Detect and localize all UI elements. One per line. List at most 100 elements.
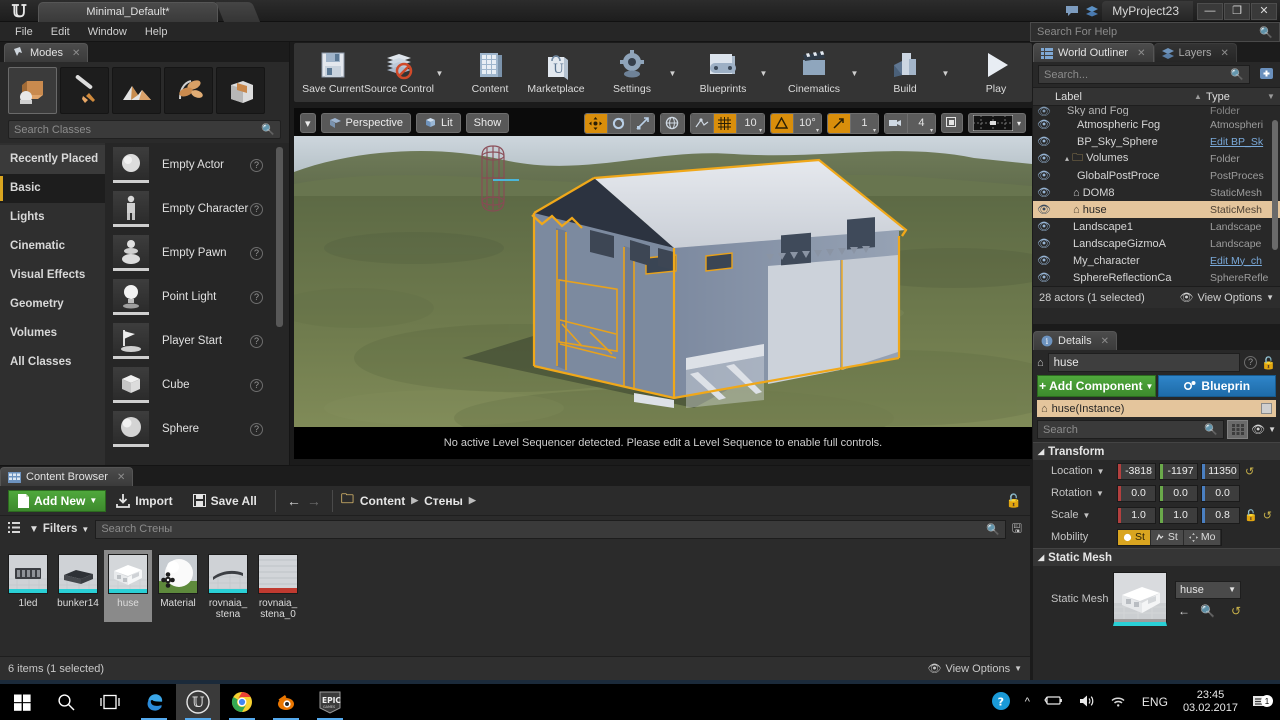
section-transform[interactable]: ◢ Transform	[1033, 442, 1280, 460]
help-icon[interactable]: ?	[1244, 356, 1258, 369]
mobility-static-button[interactable]: St	[1118, 529, 1151, 545]
start-button[interactable]	[0, 684, 44, 720]
mode-button-landscape[interactable]	[112, 67, 161, 114]
close-icon[interactable]: ✕	[117, 472, 125, 483]
component-instance-row[interactable]: ⌂ huse(Instance)	[1037, 400, 1276, 417]
visibility-icon[interactable]: 👁	[1033, 152, 1055, 165]
mode-button-place[interactable]	[8, 67, 57, 114]
visibility-icon[interactable]: 👁	[1033, 237, 1055, 250]
asset-tile-rovnaia-stena-0[interactable]: rovnaia_ stena_0	[254, 550, 302, 622]
help-icon[interactable]: ?	[250, 290, 263, 304]
breadcrumb-item-content[interactable]: Content	[360, 494, 405, 508]
save-search-icon[interactable]: 🖫	[1012, 519, 1022, 540]
scrollbar[interactable]	[276, 147, 283, 327]
tab-layers[interactable]: Layers ✕	[1153, 43, 1237, 62]
settings-button[interactable]: Settings	[599, 46, 665, 102]
surface-snap-button[interactable]	[690, 113, 714, 133]
static-mesh-thumbnail[interactable]	[1113, 572, 1167, 626]
rotate-mode-button[interactable]	[607, 113, 631, 133]
content-button[interactable]: Content	[457, 46, 523, 102]
add-actor-button[interactable]	[1259, 66, 1275, 84]
rotation-label-group[interactable]: Rotation ▼	[1051, 487, 1117, 499]
task-view-button[interactable]	[88, 684, 132, 720]
browse-asset-icon[interactable]: 🔍	[1200, 604, 1215, 618]
add-new-button[interactable]: Add New ▼	[8, 489, 107, 512]
close-icon[interactable]: ✕	[1137, 48, 1145, 59]
list-item[interactable]: Sphere ?	[105, 407, 289, 451]
scale-z-input[interactable]: 0.8	[1201, 506, 1240, 524]
visibility-icon[interactable]: 👁	[1033, 186, 1055, 199]
epic-app-button[interactable]: EPIC GAMES	[308, 684, 352, 720]
table-row[interactable]: 👁 SphereReflectionCa SphereRefle	[1033, 269, 1280, 286]
grid-snap-value[interactable]: 10 ▾	[736, 113, 764, 133]
mode-button-foliage[interactable]	[164, 67, 213, 114]
tab-content-browser[interactable]: Content Browser ✕	[0, 467, 134, 486]
layers-icon[interactable]	[1082, 1, 1102, 21]
level-viewport[interactable]: ▾ Perspective Lit Show 10 ▾ 10° ▾ 1 ▾ 4 …	[274, 107, 1074, 460]
outliner-search-input[interactable]: Search... 🔍	[1038, 65, 1250, 84]
reset-location-icon[interactable]: ↺	[1245, 465, 1254, 478]
actor-name-input[interactable]: huse	[1047, 353, 1241, 372]
show-menu-button[interactable]: Show	[465, 113, 510, 133]
use-selected-asset-icon[interactable]: ←	[1178, 604, 1190, 618]
blueprints-button[interactable]: Blueprints	[690, 46, 756, 102]
notifications-button[interactable]: 1	[1246, 694, 1274, 710]
scale-label-group[interactable]: Scale ▼	[1051, 509, 1117, 521]
translate-mode-button[interactable]	[584, 113, 608, 133]
table-row[interactable]: 👁 Landscape1 Landscape	[1033, 218, 1280, 235]
level-tab[interactable]: Minimal_Default*	[38, 2, 218, 22]
instance-checkbox[interactable]	[1261, 403, 1272, 414]
asset-tile-rovnaia-stena[interactable]: rovnaia_ stena	[204, 550, 252, 622]
help-icon[interactable]: ?	[250, 422, 263, 436]
maximize-viewport-button[interactable]	[940, 113, 963, 133]
menu-file[interactable]: File	[6, 23, 42, 41]
location-label-group[interactable]: Location ▼	[1051, 465, 1117, 477]
visibility-icon[interactable]: 👁	[1033, 254, 1055, 267]
build-button[interactable]: Build	[872, 46, 938, 102]
asset-tile-1led[interactable]: 1led	[4, 550, 52, 622]
visibility-icon[interactable]: 👁	[1033, 135, 1055, 148]
list-item[interactable]: Player Start ?	[105, 319, 289, 363]
perspective-button[interactable]: Perspective	[320, 113, 412, 133]
table-row[interactable]: 👁 Sky and Fog Folder	[1033, 106, 1280, 116]
list-item[interactable]: Cube ?	[105, 363, 289, 407]
static-mesh-dropdown[interactable]: huse ▼	[1175, 580, 1241, 599]
column-label[interactable]: Label	[1055, 91, 1190, 103]
close-icon[interactable]: ✕	[1101, 336, 1109, 347]
help-icon[interactable]: ?	[250, 334, 263, 348]
menu-help[interactable]: Help	[136, 23, 177, 41]
visibility-icon[interactable]: 👁	[1033, 118, 1055, 131]
viewport-3d-scene[interactable]	[274, 108, 1074, 459]
view-mode-button[interactable]: Lit	[416, 113, 461, 133]
rotation-z-input[interactable]: 0.0	[1201, 484, 1240, 502]
help-search-input[interactable]: Search For Help 🔍	[1030, 22, 1280, 42]
category-volumes[interactable]: Volumes	[0, 319, 105, 348]
table-row-selected[interactable]: 👁 ⌂ huse StaticMesh	[1033, 201, 1280, 218]
table-row[interactable]: 👁 LandscapeGizmoA Landscape	[1033, 235, 1280, 252]
rotation-snap-toggle[interactable]	[770, 113, 794, 133]
sources-panel-toggle[interactable]	[8, 521, 23, 537]
unreal-app-button[interactable]: 𝕌	[176, 684, 220, 720]
scale-snap-toggle[interactable]	[827, 113, 851, 133]
chevron-down-icon[interactable]: ▼	[432, 46, 447, 100]
sequencer-track-widget[interactable]: ▾	[967, 113, 1026, 133]
location-x-input[interactable]: -3818	[1117, 462, 1156, 480]
menu-window[interactable]: Window	[79, 23, 136, 41]
mode-button-geometry[interactable]	[216, 67, 265, 114]
back-button[interactable]: ←	[284, 493, 304, 509]
search-classes-input[interactable]: Search Classes 🔍	[8, 120, 281, 139]
category-lights[interactable]: Lights	[0, 203, 105, 232]
details-search-input[interactable]: Search 🔍	[1037, 420, 1225, 439]
camera-speed-icon[interactable]	[884, 113, 908, 133]
battery-icon[interactable]	[1037, 694, 1071, 710]
asset-tile-bunker14[interactable]: bunker14	[54, 550, 102, 622]
maximize-button[interactable]: ❐	[1224, 2, 1250, 20]
location-z-input[interactable]: 11350	[1201, 462, 1240, 480]
rotation-snap-value[interactable]: 10° ▾	[793, 113, 821, 133]
help-icon[interactable]: ?	[250, 158, 263, 172]
play-button[interactable]: Play	[963, 46, 1029, 102]
save-current-button[interactable]: Save Current	[300, 46, 366, 102]
list-item[interactable]: Point Light ?	[105, 275, 289, 319]
chevron-down-icon[interactable]: ▼	[1268, 425, 1276, 434]
list-item[interactable]: Empty Actor ?	[105, 143, 289, 187]
